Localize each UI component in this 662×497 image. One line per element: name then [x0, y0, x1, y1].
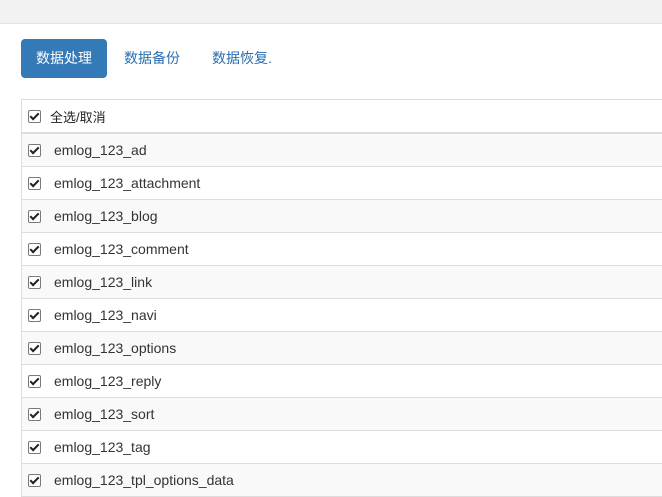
- table-row: emlog_123_attachment: [22, 167, 662, 200]
- table-name-label: emlog_123_reply: [54, 373, 162, 389]
- table-row-checkbox[interactable]: [28, 440, 41, 454]
- table-row: emlog_123_blog: [22, 200, 662, 233]
- table-row: emlog_123_link: [22, 266, 662, 299]
- tab-data-restore[interactable]: 数据恢复.: [197, 39, 287, 78]
- select-all-label[interactable]: 全选/取消: [50, 107, 106, 126]
- table-row: emlog_123_navi: [22, 299, 662, 332]
- table-name-label: emlog_123_tpl_options_data: [54, 472, 234, 488]
- table-row-checkbox[interactable]: [28, 308, 41, 322]
- table-row-checkbox[interactable]: [28, 209, 41, 223]
- table-name-label: emlog_123_options: [54, 340, 177, 356]
- table-row: emlog_123_ad: [22, 134, 662, 167]
- table-row-checkbox[interactable]: [28, 374, 41, 388]
- table-name-label: emlog_123_ad: [54, 142, 147, 158]
- table-name-label: emlog_123_sort: [54, 406, 155, 422]
- table-row-checkbox[interactable]: [28, 473, 41, 487]
- table-name-label: emlog_123_tag: [54, 439, 151, 455]
- select-all-row: 全选/取消: [22, 100, 662, 134]
- table-row-checkbox[interactable]: [28, 242, 41, 256]
- table-row: emlog_123_reply: [22, 365, 662, 398]
- table-name-label: emlog_123_blog: [54, 208, 158, 224]
- table-row-checkbox[interactable]: [28, 407, 41, 421]
- table-row-checkbox[interactable]: [28, 341, 41, 355]
- table-body: emlog_123_ad emlog_123_attachment emlog_12…: [22, 134, 662, 497]
- table-name-label: emlog_123_comment: [54, 241, 189, 257]
- table-row-checkbox[interactable]: [28, 275, 41, 289]
- table-name-label: emlog_123_link: [54, 274, 153, 290]
- table-row: emlog_123_options: [22, 332, 662, 365]
- table-row: emlog_123_tpl_options_data: [22, 464, 662, 497]
- table-row: emlog_123_comment: [22, 233, 662, 266]
- tab-data-processing[interactable]: 数据处理: [21, 39, 107, 78]
- table-row: emlog_123_tag: [22, 431, 662, 464]
- table-row-checkbox[interactable]: [28, 143, 41, 157]
- tab-bar: 数据处理 数据备份 数据恢复.: [21, 39, 287, 78]
- table-name-label: emlog_123_attachment: [54, 175, 201, 191]
- top-toolbar-strip: [0, 0, 662, 24]
- select-all-checkbox[interactable]: [28, 109, 41, 123]
- table-row: emlog_123_sort: [22, 398, 662, 431]
- tab-data-backup[interactable]: 数据备份: [109, 39, 195, 78]
- table-row-checkbox[interactable]: [28, 176, 41, 190]
- table-list: 全选/取消 emlog_123_ad emlog_123_attachment em…: [21, 99, 662, 497]
- table-name-label: emlog_123_navi: [54, 307, 157, 323]
